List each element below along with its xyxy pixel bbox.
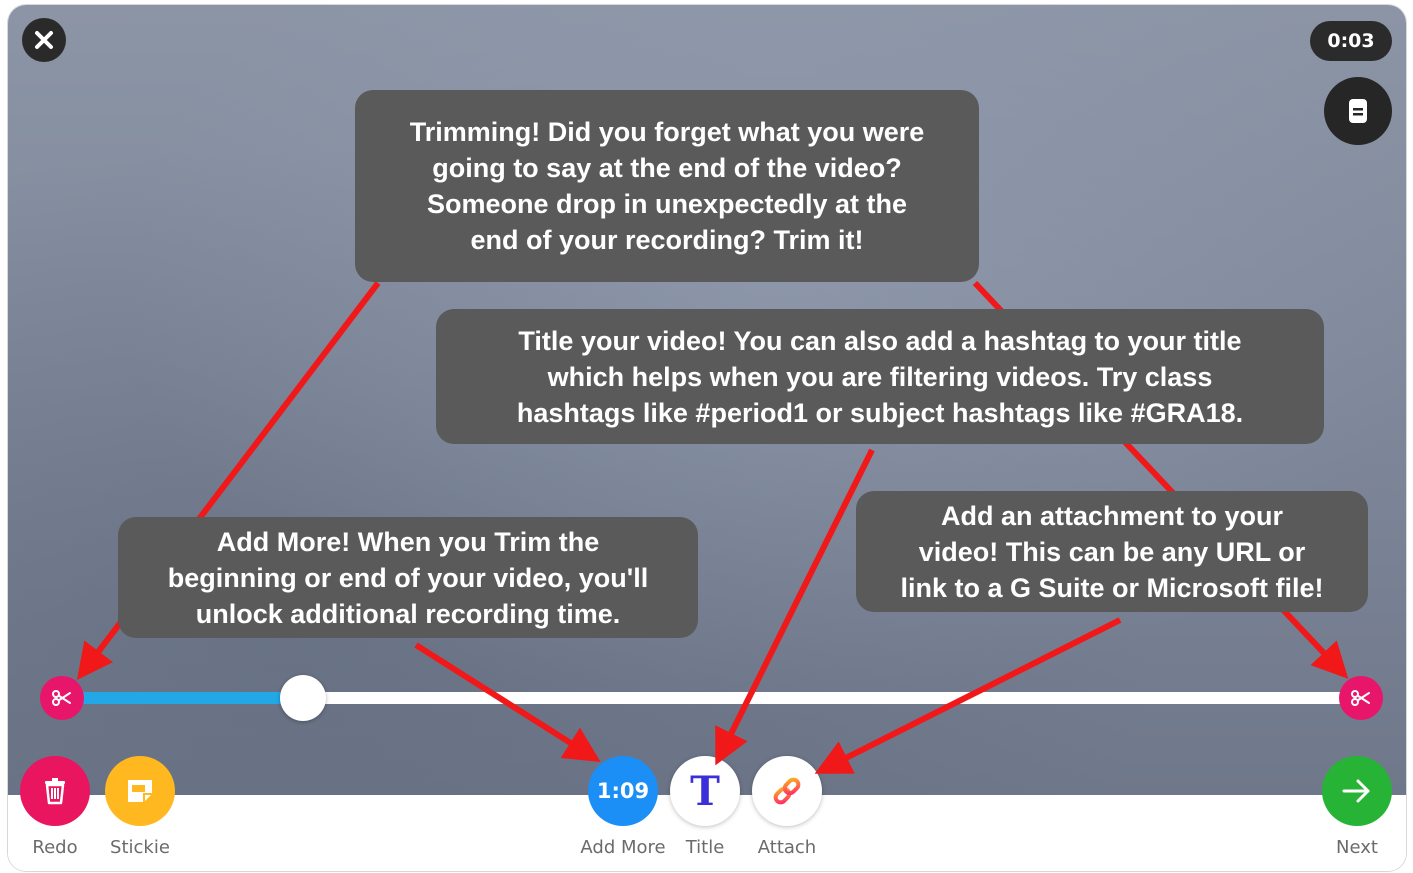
next-button[interactable] — [1322, 756, 1392, 826]
callout-add-more-line: unlock additional recording time. — [195, 598, 621, 629]
scissors-icon — [52, 690, 71, 706]
callout-trim-line: Trimming! Did you forget what you were — [409, 117, 925, 147]
trash-icon — [45, 778, 65, 805]
link-icon — [773, 777, 801, 805]
callout-trim-line: going to say at the end of the video? — [432, 153, 902, 183]
trim-playhead-handle[interactable] — [280, 675, 326, 721]
close-button[interactable] — [22, 18, 66, 62]
next-label: Next — [1336, 837, 1378, 858]
title-button[interactable]: T — [670, 756, 740, 826]
callout-attach-line: Add an attachment to your — [940, 500, 1283, 531]
stickie-icon — [128, 780, 152, 802]
callout-title-line: which helps when you are filtering video… — [547, 361, 1213, 392]
notes-button[interactable] — [1324, 77, 1392, 145]
trim-progress-fill — [72, 692, 305, 704]
trim-start-button[interactable] — [40, 676, 84, 720]
callout-add-more-line: beginning or end of your video, you'll — [167, 562, 649, 593]
notes-icon — [1349, 99, 1367, 123]
add-more-button[interactable]: 1:09 — [588, 756, 658, 826]
callout-trim: Trimming! Did you forget what you were g… — [355, 90, 979, 282]
callout-title-line: hashtags like #period1 or subject hashta… — [516, 397, 1244, 428]
add-more-time: 1:09 — [596, 779, 650, 803]
scissors-icon — [1351, 690, 1370, 706]
stickie-button[interactable] — [105, 756, 175, 826]
arrow-right-icon — [1342, 779, 1370, 803]
trim-end-button[interactable] — [1339, 676, 1383, 720]
attach-button[interactable] — [752, 756, 822, 826]
close-icon — [35, 31, 53, 49]
trim-track[interactable] — [72, 692, 1362, 704]
recording-timer: 0:03 — [1310, 21, 1392, 61]
attach-label: Attach — [757, 837, 817, 858]
callout-attach-line: link to a G Suite or Microsoft file! — [900, 572, 1324, 603]
title-icon: T — [690, 767, 720, 815]
callout-attach-line: video! This can be any URL or — [918, 536, 1306, 567]
callout-trim-line: Someone drop in unexpectedly at the — [426, 189, 908, 219]
callout-attach: Add an attachment to your video! This ca… — [856, 491, 1368, 612]
callout-trim-line: end of your recording? Trim it! — [470, 225, 864, 255]
callout-add-more-line: Add More! When you Trim the — [216, 526, 600, 557]
callout-title-line: Title your video! You can also add a has… — [518, 325, 1242, 356]
redo-button[interactable] — [20, 756, 90, 826]
callout-add-more: Add More! When you Trim the beginning or… — [118, 517, 698, 638]
stickie-label: Stickie — [110, 837, 170, 858]
callout-title: Title your video! You can also add a has… — [436, 309, 1324, 444]
